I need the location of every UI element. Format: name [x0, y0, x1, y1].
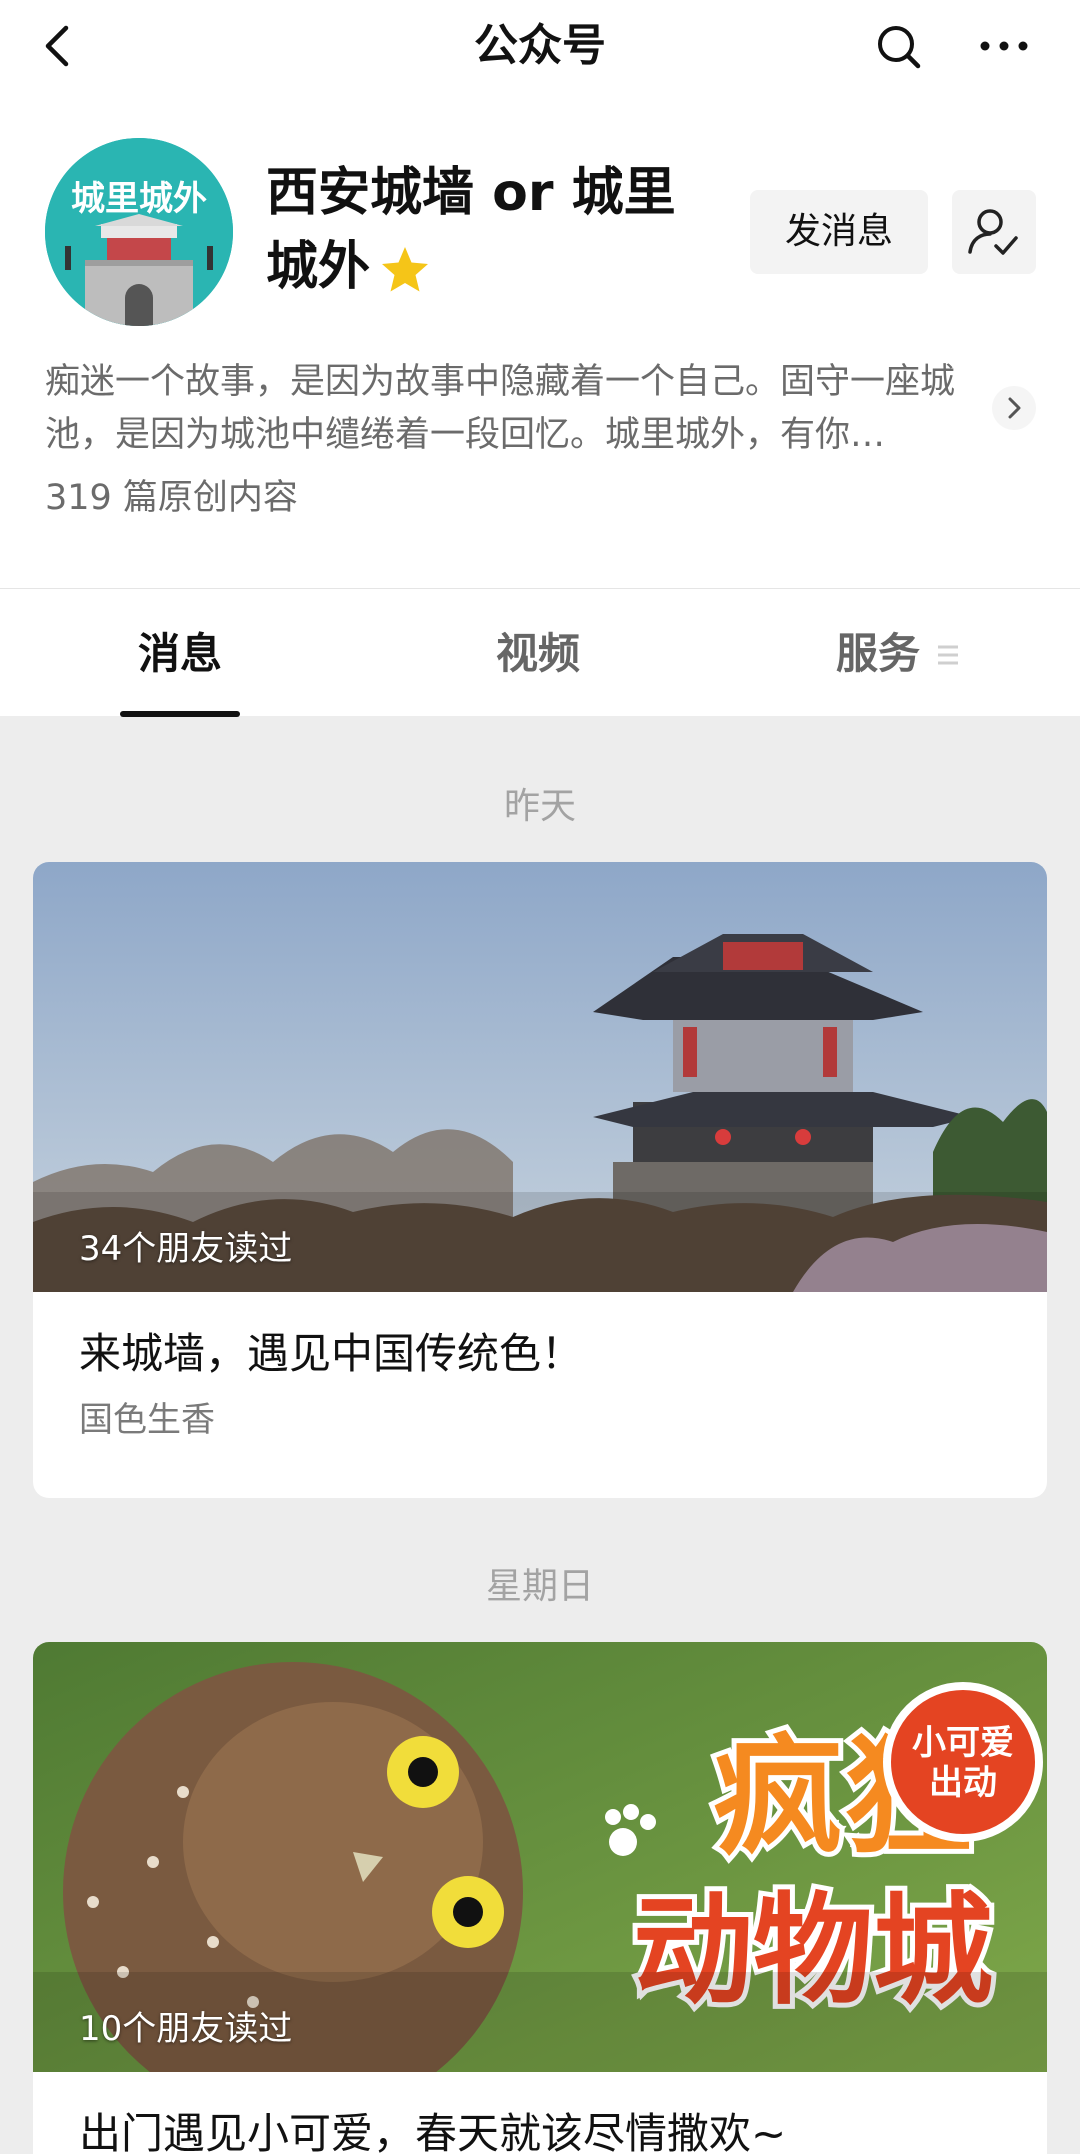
nav-bar: 公众号	[0, 0, 1080, 92]
account-name: 西安城墙 or 城里城外	[266, 156, 716, 304]
avatar-logo-text: 城里城外	[71, 180, 207, 218]
original-content-count[interactable]: 319 篇原创内容	[45, 472, 298, 524]
account-name-text: 西安城墙 or 城里城外	[266, 163, 676, 297]
date-separator: 星期日	[485, 1566, 594, 1607]
cover-badge-line1: 小可爱	[912, 1723, 1014, 1763]
send-message-button[interactable]: 发消息	[750, 190, 928, 274]
tab-messages[interactable]: 消息	[138, 627, 222, 681]
article-title[interactable]: 来城墙，遇见中国传统色！	[79, 1326, 583, 1382]
tab-videos[interactable]: 视频	[496, 627, 580, 681]
menu-icon	[934, 641, 962, 669]
date-separator: 昨天	[503, 786, 576, 827]
article-card[interactable]: 34个朋友读过 来城墙，遇见中国传统色！ 国色生香	[33, 862, 1047, 1498]
cover-badge-line2: 出动	[929, 1763, 997, 1803]
account-avatar[interactable]: 城里城外	[45, 138, 233, 326]
followed-user-icon[interactable]	[952, 190, 1036, 274]
article-card[interactable]: 疯狂 动物城 小可爱 出动 10个朋友读过 出门遇见小可爱，春天就该尽情撒欢~	[33, 1642, 1047, 2154]
chevron-right-icon[interactable]	[992, 386, 1036, 430]
article-title[interactable]: 出门遇见小可爱，春天就该尽情撒欢~	[79, 2106, 786, 2154]
friends-read-count: 34个朋友读过	[79, 1229, 293, 1269]
account-description[interactable]: 痴迷一个故事，是因为故事中隐藏着一个自己。固守一座城池，是因为城池中缱绻着一段回…	[45, 356, 985, 462]
more-horizontal-icon[interactable]	[976, 18, 1032, 74]
chevron-left-icon[interactable]	[36, 18, 82, 74]
active-tab-indicator	[120, 711, 240, 717]
tab-services[interactable]: 服务	[836, 627, 920, 681]
search-icon[interactable]	[874, 18, 926, 74]
star-icon	[378, 243, 432, 297]
article-subtitle: 国色生香	[79, 1400, 215, 1440]
friends-read-count: 10个朋友读过	[79, 2009, 293, 2049]
tab-bar: 消息 视频 服务	[0, 588, 1080, 717]
